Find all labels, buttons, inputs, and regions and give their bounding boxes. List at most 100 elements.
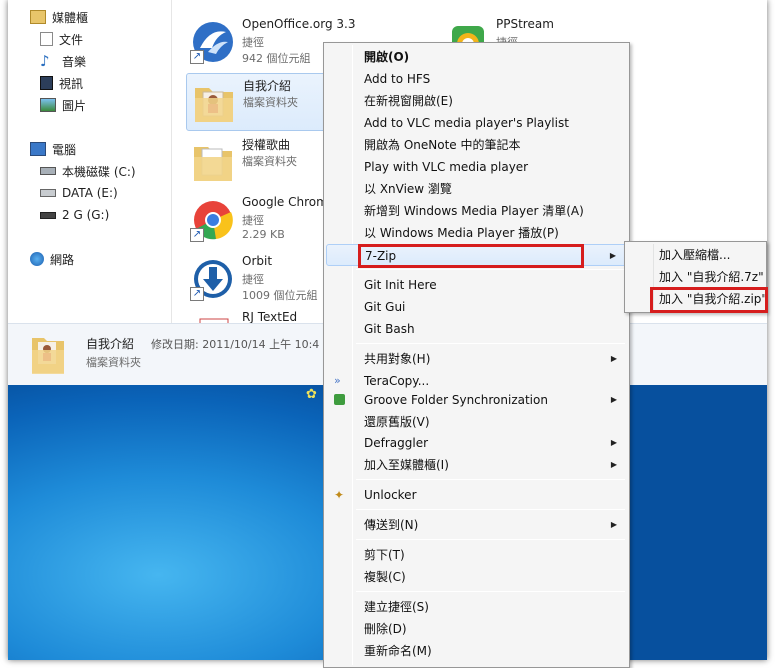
file-name: 授權歌曲 — [242, 138, 291, 152]
submenu-arrow-icon: ▶ — [610, 354, 617, 363]
menu-item-send-to[interactable]: 傳送到(N) ▶ — [326, 514, 627, 536]
file-size: 1009 個位元組 — [242, 289, 318, 302]
submenu-item-add-archive[interactable]: 加入壓縮檔... — [627, 244, 764, 266]
picture-icon — [40, 98, 56, 112]
nav-libraries-label: 媒體櫃 — [52, 10, 89, 25]
menu-item-label: Unlocker — [364, 488, 417, 502]
file-item[interactable]: ↗ OpenOffice.org 3.3 捷徑 942 個位元組 — [186, 14, 355, 72]
menu-item-label: 新增到 Windows Media Player 清單(A) — [364, 204, 584, 218]
menu-item-label: Git Gui — [364, 300, 406, 314]
nav-computer-label: 電腦 — [52, 142, 77, 157]
hard-drive-icon — [40, 167, 56, 175]
file-item-selected[interactable]: 自我介紹 檔案資料夾 — [186, 73, 346, 131]
menu-item-defraggler[interactable]: Defraggler ▶ — [326, 432, 627, 454]
submenu-arrow-icon: ▶ — [610, 438, 617, 447]
menu-item-open-new-window[interactable]: 在新視窗開啟(E) — [326, 90, 627, 112]
menu-item-open[interactable]: 開啟(O) — [326, 46, 627, 68]
submenu-arrow-icon: ▶ — [610, 395, 617, 404]
menu-item-label: Groove Folder Synchronization — [364, 393, 548, 407]
menu-item-restore-versions[interactable]: 還原舊版(V) — [326, 411, 627, 433]
details-name: 自我介紹 — [86, 337, 135, 351]
submenu-item-label: 加入 "自我介紹.7z" — [659, 270, 764, 284]
file-size: 2.29 KB — [242, 228, 285, 241]
menu-item-onenote[interactable]: 開啟為 OneNote 中的筆記本 — [326, 134, 627, 156]
nav-item-pictures[interactable]: 圖片 — [40, 95, 86, 115]
menu-item-include-library[interactable]: 加入至媒體櫃(I) ▶ — [326, 454, 627, 476]
menu-item-label: 以 Windows Media Player 播放(P) — [364, 226, 559, 240]
nav-drive-g[interactable]: 2 G (G:) — [40, 205, 109, 225]
menu-item-add-to-hfs[interactable]: Add to HFS — [326, 68, 627, 90]
menu-item-groove-sync[interactable]: Groove Folder Synchronization ▶ — [326, 389, 627, 411]
nav-network[interactable]: 網路 — [30, 249, 74, 269]
menu-item-label: 加入至媒體櫃(I) — [364, 458, 449, 472]
orbit-download-icon: ↗ — [190, 255, 236, 303]
groove-icon — [334, 394, 345, 405]
menu-item-delete[interactable]: 刪除(D) — [326, 618, 627, 640]
navigation-pane: 媒體櫃 文件 ♪ 音樂 視訊 圖片 電腦 本機磁碟 (C:) DATA (E:)… — [8, 0, 172, 323]
nav-drive-e[interactable]: DATA (E:) — [40, 183, 118, 203]
context-menu: 開啟(O) Add to HFS 在新視窗開啟(E) Add to VLC me… — [323, 42, 630, 668]
file-type: 捷徑 — [242, 36, 264, 49]
menu-item-cut[interactable]: 剪下(T) — [326, 544, 627, 566]
highlight-box-zip — [650, 287, 768, 313]
menu-separator — [356, 539, 625, 540]
menu-item-git-gui[interactable]: Git Gui — [326, 296, 627, 318]
shortcut-arrow-icon: ↗ — [190, 50, 204, 64]
nav-libraries[interactable]: 媒體櫃 — [30, 7, 88, 27]
menu-item-xnview[interactable]: 以 XnView 瀏覽 — [326, 178, 627, 200]
menu-item-share-with[interactable]: 共用對象(H) ▶ — [326, 348, 627, 370]
menu-item-label: Git Init Here — [364, 278, 437, 292]
menu-item-create-shortcut[interactable]: 建立捷徑(S) — [326, 596, 627, 618]
nav-item-videos[interactable]: 視訊 — [40, 73, 83, 93]
menu-item-git-init[interactable]: Git Init Here — [326, 274, 627, 296]
nav-item-documents[interactable]: 文件 — [40, 29, 83, 49]
flower-decoration-icon: ✿ — [306, 387, 317, 402]
submenu-item-add-7z[interactable]: 加入 "自我介紹.7z" — [627, 266, 764, 288]
shortcut-arrow-icon: ↗ — [190, 287, 204, 301]
menu-item-label: 還原舊版(V) — [364, 415, 430, 429]
file-item[interactable]: ↗ Orbit 捷徑 1009 個位元組 — [186, 251, 346, 309]
menu-item-vlc-playlist[interactable]: Add to VLC media player's Playlist — [326, 112, 627, 134]
teracopy-icon: » — [334, 374, 341, 387]
menu-item-wmp-play[interactable]: 以 Windows Media Player 播放(P) — [326, 222, 627, 244]
nav-drive-c[interactable]: 本機磁碟 (C:) — [40, 161, 136, 181]
chrome-icon: ↗ — [190, 196, 236, 244]
menu-item-label: Play with VLC media player — [364, 160, 529, 174]
menu-item-vlc-play[interactable]: Play with VLC media player — [326, 156, 627, 178]
nav-item-music[interactable]: ♪ 音樂 — [40, 51, 86, 71]
file-item[interactable]: 授權歌曲 檔案資料夾 — [186, 133, 346, 191]
folder-icon — [30, 332, 66, 378]
nav-item-label: 視訊 — [59, 76, 84, 91]
file-item[interactable]: ↗ Google Chrome 捷徑 2.29 KB — [186, 192, 346, 250]
nav-computer[interactable]: 電腦 — [30, 139, 76, 159]
nav-item-label: 文件 — [59, 32, 84, 47]
menu-item-wmp-add[interactable]: 新增到 Windows Media Player 清單(A) — [326, 200, 627, 222]
menu-item-label: Add to HFS — [364, 72, 431, 86]
file-type: 檔案資料夾 — [243, 96, 298, 109]
menu-item-label: TeraCopy... — [364, 374, 430, 388]
document-icon — [40, 32, 53, 46]
file-item[interactable]: RJ TextEd — [186, 309, 346, 323]
submenu-arrow-icon: ▶ — [610, 520, 617, 529]
folder-icon — [191, 78, 237, 126]
submenu-arrow-icon: ▶ — [610, 460, 617, 469]
shortcut-arrow-icon: ↗ — [190, 228, 204, 242]
highlight-box-7zip — [358, 244, 584, 268]
menu-item-git-bash[interactable]: Git Bash — [326, 318, 627, 340]
menu-item-label: 刪除(D) — [364, 622, 407, 636]
menu-item-unlocker[interactable]: ✦ Unlocker — [326, 484, 627, 506]
menu-separator — [356, 591, 625, 592]
menu-item-copy[interactable]: 複製(C) — [326, 566, 627, 588]
nav-network-label: 網路 — [50, 252, 75, 267]
details-type: 檔案資料夾 — [86, 356, 141, 369]
nav-drive-label: DATA (E:) — [62, 186, 118, 200]
menu-item-label: 以 XnView 瀏覽 — [364, 182, 452, 196]
submenu-arrow-icon: ▶ — [609, 251, 616, 260]
menu-item-rename[interactable]: 重新命名(M) — [326, 640, 627, 662]
menu-item-label: 開啟(O) — [364, 50, 410, 64]
computer-icon — [30, 142, 46, 156]
nav-drive-label: 本機磁碟 (C:) — [62, 164, 136, 179]
library-icon — [30, 10, 46, 24]
magic-wand-icon: ✦ — [334, 488, 345, 502]
video-icon — [40, 76, 53, 90]
